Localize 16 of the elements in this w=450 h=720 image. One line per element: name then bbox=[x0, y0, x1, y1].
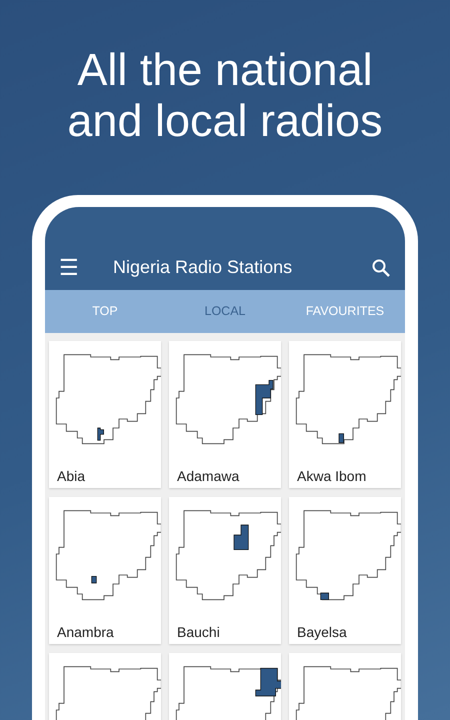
search-icon[interactable] bbox=[371, 258, 391, 278]
app-title: Nigeria Radio Stations bbox=[113, 256, 292, 279]
station-card[interactable]: Akwa Ibom bbox=[289, 341, 401, 488]
station-card[interactable]: Abia bbox=[49, 341, 161, 488]
station-card[interactable]: Bayelsa bbox=[289, 497, 401, 644]
station-name: Bauchi bbox=[177, 623, 221, 642]
station-card[interactable]: Bauchi bbox=[169, 497, 281, 644]
headline: All the national bbox=[77, 44, 373, 95]
station-name: Akwa Ibom bbox=[297, 467, 368, 486]
station-name: Anambra bbox=[57, 623, 115, 642]
station-name: Adamawa bbox=[177, 467, 240, 486]
headline: and local radios bbox=[67, 95, 383, 146]
station-card[interactable]: Adamawa bbox=[169, 341, 281, 488]
station-name: Bayelsa bbox=[297, 623, 348, 642]
station-name: Abia bbox=[57, 467, 86, 486]
station-card[interactable]: Anambra bbox=[49, 497, 161, 644]
